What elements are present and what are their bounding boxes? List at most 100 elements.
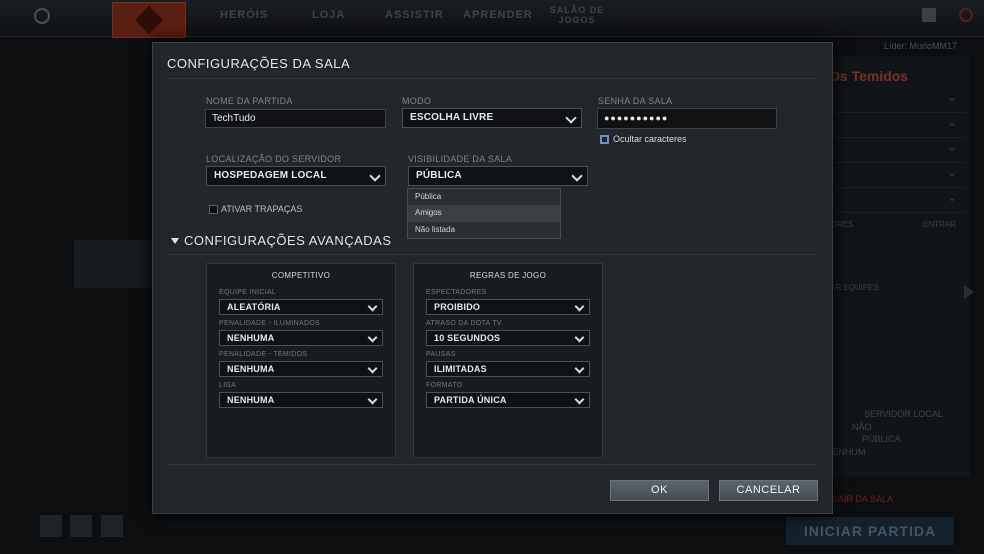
dota-logo[interactable] — [112, 2, 186, 38]
visibility-dropdown[interactable]: PÚBLICA — [408, 166, 588, 186]
collapse-triangle-icon[interactable] — [171, 238, 179, 244]
info-server: SERVIDOR LOCAL — [864, 409, 943, 419]
radiant-penalty-label: PENALIDADE - ILUMINADOS — [219, 320, 321, 327]
chevron-down-icon — [574, 394, 585, 405]
divider — [167, 254, 817, 255]
hide-characters-checkbox[interactable] — [600, 135, 609, 144]
chevron-down-icon — [367, 363, 378, 374]
chevron-down-icon — [571, 170, 583, 182]
player-slot[interactable] — [825, 90, 965, 113]
info-league: NENHUM — [826, 446, 866, 457]
visibility-value: PÚBLICA — [416, 170, 462, 181]
chevron-down-icon — [565, 112, 577, 124]
chevron-down-icon — [367, 301, 378, 312]
visibility-option-friends[interactable]: Amigos — [408, 205, 560, 222]
chevron-down-icon — [574, 363, 585, 374]
friend-icon[interactable] — [40, 515, 62, 537]
left-panel-card — [74, 240, 152, 288]
player-slot[interactable] — [825, 165, 965, 188]
pauses-dropdown[interactable]: ILIMITADAS — [426, 361, 590, 377]
chevron-down-icon — [369, 170, 381, 182]
game-rules-title: REGRAS DE JOGO — [469, 271, 547, 280]
ok-button[interactable]: OK — [610, 480, 709, 501]
competitive-panel: COMPETITIVO EQUIPE INICIAL ALEATÓRIA PEN… — [206, 263, 396, 458]
mode-label: MODO — [402, 96, 432, 106]
dire-penalty-label: PENALIDADE - TEMIDOS — [219, 351, 308, 358]
server-location-value: HOSPEDAGEM LOCAL — [214, 170, 327, 181]
spectators-label: ESPECTADORES — [426, 289, 487, 296]
game-name-input[interactable]: TechTudo — [205, 109, 386, 128]
hero-icon[interactable] — [100, 515, 123, 537]
starting-team-value: ALEATÓRIA — [227, 302, 281, 312]
format-label: FORMATO — [426, 382, 463, 389]
player-slot[interactable] — [825, 115, 965, 138]
party-icon[interactable] — [70, 515, 93, 537]
advanced-settings-header[interactable]: CONFIGURAÇÕES AVANÇADAS — [184, 233, 392, 248]
team-dire-title: Os Temidos — [829, 68, 909, 84]
chevron-down-icon — [367, 394, 378, 405]
cancel-button[interactable]: CANCELAR — [719, 480, 818, 501]
mode-dropdown[interactable]: ESCOLHA LIVRE — [402, 108, 582, 128]
chevron-down-icon — [574, 332, 585, 343]
pauses-label: PAUSAS — [426, 351, 456, 358]
player-slot[interactable] — [825, 140, 965, 163]
competitive-title: COMPETITIVO — [271, 271, 331, 280]
player-slot[interactable] — [825, 190, 965, 213]
search-icon[interactable] — [34, 8, 50, 24]
dire-penalty-dropdown[interactable]: NENHUMA — [219, 361, 383, 377]
nav-store[interactable]: LOJA — [312, 9, 345, 21]
enable-cheats-checkbox[interactable] — [209, 205, 218, 214]
join-link[interactable]: ENTRAR — [923, 220, 956, 229]
format-dropdown[interactable]: PARTIDA ÚNICA — [426, 392, 590, 408]
nav-learn[interactable]: APRENDER — [463, 9, 533, 21]
radiant-penalty-dropdown[interactable]: NENHUMA — [219, 330, 383, 346]
game-name-label: NOME DA PARTIDA — [206, 96, 293, 106]
top-navigation-bar: HERÓIS LOJA ASSISTIR APRENDER SALÃO DE J… — [0, 0, 984, 38]
server-location-label: LOCALIZAÇÃO DO SERVIDOR — [206, 154, 342, 164]
league-dropdown[interactable]: NENHUMA — [219, 392, 383, 408]
starting-team-label: EQUIPE INICIAL — [219, 289, 277, 296]
nav-watch[interactable]: ASSISTIR — [385, 9, 444, 21]
chevron-down-icon — [367, 332, 378, 343]
lobby-leader: Líder: MurloMM17 — [884, 41, 958, 51]
server-location-dropdown[interactable]: HOSPEDAGEM LOCAL — [206, 166, 386, 186]
visibility-option-public[interactable]: Pública — [408, 189, 560, 205]
radiant-penalty-value: NENHUMA — [227, 333, 275, 343]
leave-lobby-button[interactable]: SAIR DA SALA — [832, 494, 893, 504]
league-label: LIGA — [219, 382, 237, 389]
dire-penalty-value: NENHUMA — [227, 364, 275, 374]
password-input[interactable]: ●●●●●●●●●● — [597, 108, 777, 129]
shuffle-teams-label[interactable]: AR EQUIPES — [830, 283, 879, 292]
format-value: PARTIDA ÚNICA — [434, 395, 507, 405]
game-rules-panel: REGRAS DE JOGO ESPECTADORES PROIBIDO ATR… — [413, 263, 603, 458]
dotatv-delay-value: 10 SEGUNDOS — [434, 333, 501, 343]
visibility-options-menu: Pública Amigos Não listada — [407, 188, 561, 239]
pauses-value: ILIMITADAS — [434, 364, 487, 374]
starting-team-dropdown[interactable]: ALEATÓRIA — [219, 299, 383, 315]
dialog-title: CONFIGURAÇÕES DA SALA — [167, 56, 351, 71]
inventory-icon[interactable] — [922, 8, 936, 22]
power-icon[interactable] — [959, 8, 973, 22]
start-game-button[interactable]: INICIAR PARTIDA — [786, 517, 954, 545]
divider — [167, 464, 817, 465]
bottom-bar — [40, 515, 127, 542]
dotatv-delay-label: ATRASO DA DOTA TV — [426, 320, 502, 327]
lobby-info: SERVIDOR LOCAL NÃO PÚBLICA NENHUM — [826, 408, 943, 458]
nav-heroes[interactable]: HERÓIS — [220, 9, 268, 21]
arrow-right-icon[interactable] — [964, 285, 974, 299]
spectators-value: PROIBIDO — [434, 302, 481, 312]
info-visibility: PÚBLICA — [862, 434, 901, 444]
hide-characters-label: Ocultar caracteres — [613, 134, 687, 144]
dotatv-delay-dropdown[interactable]: 10 SEGUNDOS — [426, 330, 590, 346]
divider — [167, 78, 817, 79]
info-cheats: NÃO — [852, 421, 872, 432]
visibility-label: VISIBILIDADE DA SALA — [408, 154, 513, 164]
lobby-settings-dialog: CONFIGURAÇÕES DA SALA NOME DA PARTIDA Te… — [152, 42, 833, 514]
mode-value: ESCOLHA LIVRE — [410, 112, 494, 123]
chevron-down-icon — [574, 301, 585, 312]
visibility-option-unlisted[interactable]: Não listada — [408, 222, 560, 238]
enable-cheats-label: ATIVAR TRAPAÇAS — [221, 204, 303, 214]
nav-arcade[interactable]: SALÃO DE JOGOS — [547, 5, 607, 25]
spectators-dropdown[interactable]: PROIBIDO — [426, 299, 590, 315]
league-value: NENHUMA — [227, 395, 275, 405]
